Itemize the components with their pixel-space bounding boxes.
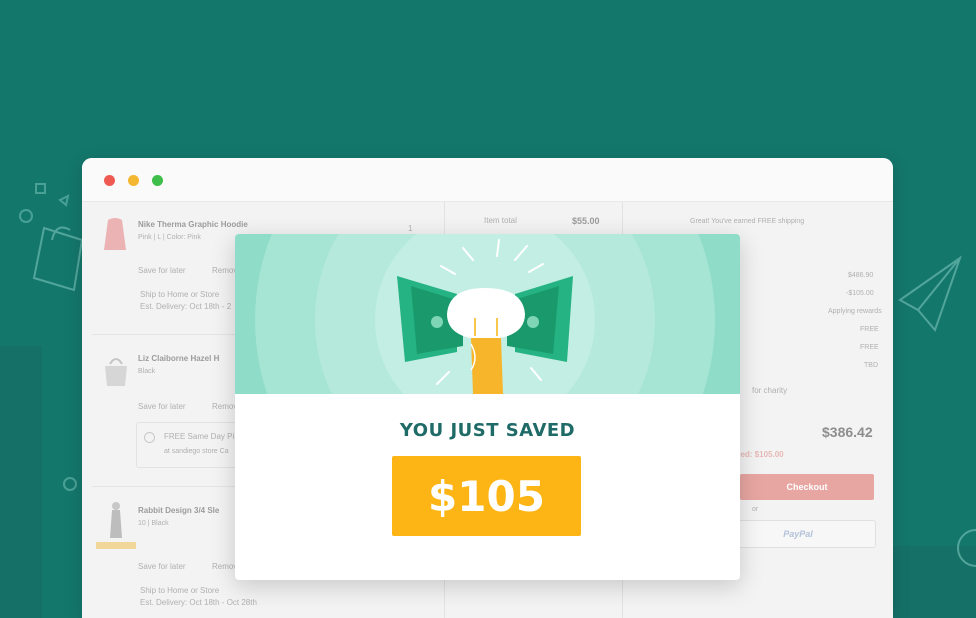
- pickup-meta: at sandiego store Ca: [164, 448, 229, 455]
- save-for-later-link[interactable]: Save for later: [138, 562, 186, 571]
- summary-line: $486.90: [848, 272, 874, 279]
- item-name[interactable]: Liz Claiborne Hazel H: [138, 354, 219, 363]
- or-divider: or: [752, 506, 759, 513]
- charity-label[interactable]: for charity: [752, 386, 787, 395]
- item-name[interactable]: Rabbit Design 3/4 Sle: [138, 506, 219, 515]
- close-dot[interactable]: [104, 175, 115, 186]
- summary-line: FREE: [860, 344, 879, 351]
- deco-triangle: [58, 194, 70, 207]
- item-qty[interactable]: 1: [408, 224, 412, 233]
- deco-circle: [19, 209, 33, 223]
- save-for-later-link[interactable]: Save for later: [138, 266, 186, 275]
- summary-line: -$105.00: [846, 290, 874, 297]
- pickup-radio[interactable]: [144, 432, 155, 443]
- paypal-button[interactable]: PayPal: [720, 520, 876, 548]
- summary-line: TBD: [864, 362, 878, 369]
- free-shipping-promo: Great! You've earned FREE shipping: [690, 218, 805, 225]
- checkout-button[interactable]: Checkout: [740, 474, 874, 500]
- item-meta: Pink | L | Color: Pink: [138, 234, 201, 241]
- deco-circle: [63, 477, 77, 491]
- modal-title: YOU JUST SAVED: [399, 420, 576, 441]
- ship-option[interactable]: Ship to Home or Store: [140, 290, 219, 299]
- save-for-later-link[interactable]: Save for later: [138, 402, 186, 411]
- shopping-bag-icon: [32, 226, 84, 292]
- savings-note: ved: $105.00: [736, 450, 784, 459]
- summary-line: FREE: [860, 326, 879, 333]
- item-total-label: Item total: [484, 216, 517, 225]
- order-total: $386.42: [822, 424, 873, 440]
- minimize-dot[interactable]: [128, 175, 139, 186]
- item-meta: 10 | Black: [138, 520, 169, 527]
- modal-banner: [235, 234, 740, 394]
- savings-modal: YOU JUST SAVED $105: [235, 234, 740, 580]
- deco-square: [35, 183, 46, 194]
- paper-plane-icon: [898, 255, 962, 332]
- handbag-thumbnail[interactable]: [102, 352, 130, 388]
- delivery-estimate: Est. Delivery: Oct 18th - Oct 28th: [140, 598, 257, 607]
- item-name[interactable]: Nike Therma Graphic Hoodie: [138, 220, 248, 229]
- maximize-dot[interactable]: [152, 175, 163, 186]
- item-meta: Black: [138, 368, 156, 375]
- hoodie-thumbnail[interactable]: [102, 216, 128, 254]
- pickup-label: FREE Same Day Pi: [164, 432, 235, 441]
- saved-amount: $105: [392, 456, 581, 536]
- dress-thumbnail[interactable]: [96, 500, 136, 550]
- summary-line: Applying rewards: [828, 308, 882, 315]
- ship-option[interactable]: Ship to Home or Store: [140, 586, 219, 595]
- deco-block-right: [893, 546, 976, 618]
- deco-block-left: [0, 346, 42, 618]
- item-total-value: $55.00: [572, 216, 600, 226]
- browser-titlebar: [82, 158, 893, 202]
- hand-holding-money-icon: [255, 234, 715, 394]
- delivery-estimate: Est. Delivery: Oct 18th - 2: [140, 302, 232, 311]
